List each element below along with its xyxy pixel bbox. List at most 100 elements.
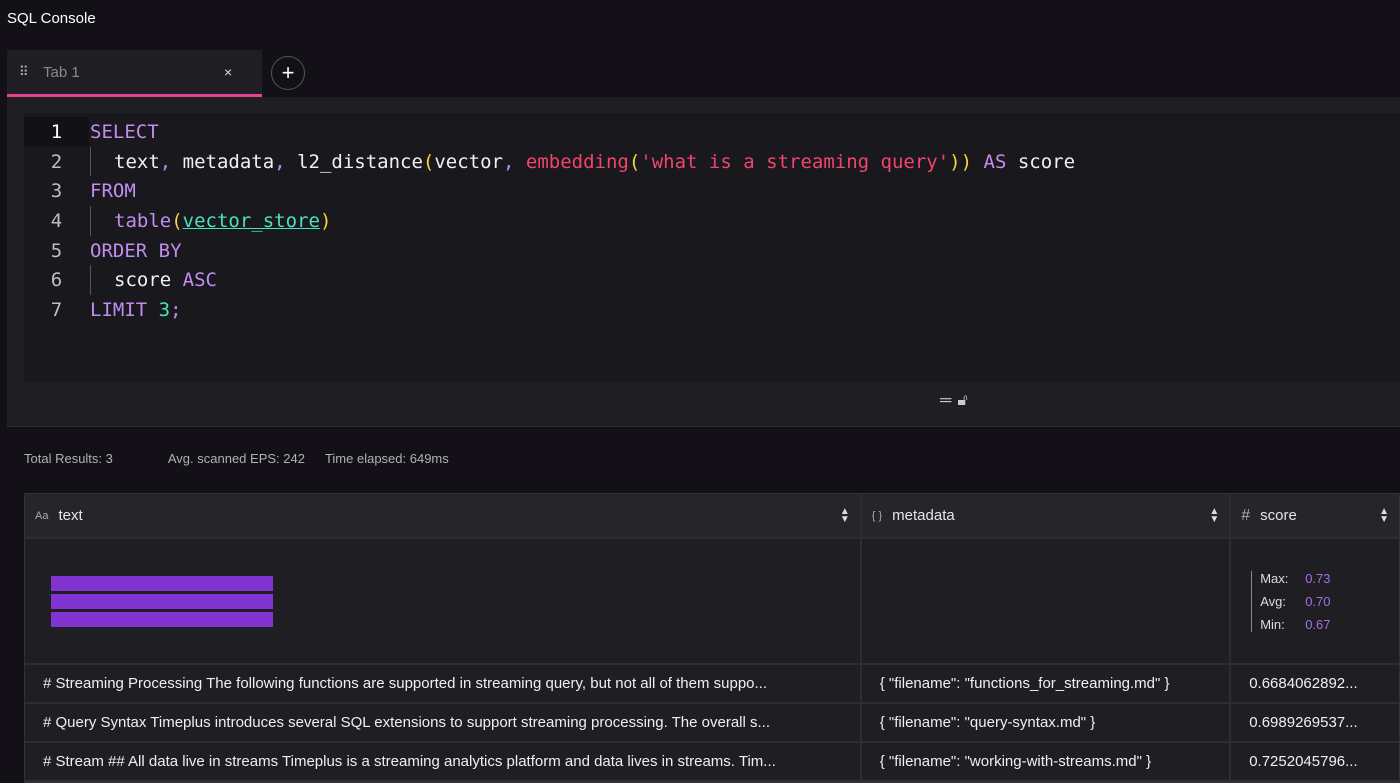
- code-token: ,: [274, 150, 298, 173]
- code-line[interactable]: 2 text, metadata, l2_distance(vector, emb…: [24, 146, 1400, 177]
- line-number: 3: [50, 180, 63, 203]
- code-line[interactable]: 3 FROM: [24, 176, 1400, 206]
- metadata-summary: [862, 539, 1232, 663]
- code-token: table: [114, 209, 172, 232]
- line-number: 2: [50, 150, 63, 173]
- line-number: 5: [50, 239, 63, 262]
- code-token: LIMIT: [90, 298, 159, 321]
- code-token: )): [949, 150, 973, 173]
- time-elapsed: Time elapsed: 649ms: [324, 451, 449, 466]
- code-token: score: [1006, 150, 1076, 173]
- metadata-cell[interactable]: { "filename": "functions_for_streaming.m…: [862, 665, 1232, 702]
- code-token: SELECT: [90, 120, 159, 143]
- table-row[interactable]: # Query Syntax Timeplus introduces sever…: [25, 704, 1399, 743]
- code-token: text: [114, 150, 160, 173]
- stat-value: 0.67: [1305, 616, 1331, 632]
- summary-row: Max: 0.73 Avg: 0.70 Min: 0.67: [25, 539, 1399, 665]
- json-type-icon: { }: [871, 509, 883, 522]
- score-stat: Min: 0.67: [1260, 617, 1330, 632]
- stat-value: 0.73: [1305, 570, 1331, 586]
- text-summary: [25, 539, 862, 663]
- score-stat: Avg: 0.70: [1260, 594, 1330, 609]
- stat-value: 0.70: [1305, 593, 1331, 609]
- code-token: FROM: [90, 180, 136, 203]
- sort-icon[interactable]: ▲ ▼: [840, 506, 850, 524]
- sort-icon[interactable]: ▲ ▼: [1209, 506, 1219, 524]
- total-results: Total Results: 3: [24, 451, 113, 466]
- code-line[interactable]: 1 SELECT: [24, 117, 1400, 147]
- column-header-text[interactable]: Aa text ▲ ▼: [25, 494, 862, 537]
- tab-1[interactable]: ⠿ Tab 1 ×: [7, 50, 262, 97]
- add-tab-button[interactable]: +: [271, 56, 305, 90]
- column-name: metadata: [892, 507, 955, 524]
- code-line[interactable]: 5 ORDER BY: [24, 236, 1400, 266]
- result-stats: Total Results: 3 Avg. scanned EPS: 242 T…: [24, 451, 469, 466]
- drag-lines-icon[interactable]: ═: [940, 392, 951, 410]
- column-header-score[interactable]: # score ▲ ▼: [1231, 494, 1399, 537]
- score-summary: Max: 0.73 Avg: 0.70 Min: 0.67: [1231, 539, 1399, 663]
- table-row[interactable]: # Streaming Processing The following fun…: [25, 665, 1399, 704]
- code-token: AS: [983, 150, 1007, 173]
- editor-panel: 1 SELECT 2 text, metadata, l2_distance(vect…: [7, 97, 1400, 427]
- code-token: score: [114, 269, 183, 292]
- drag-handle-icon[interactable]: ⠿: [19, 64, 43, 80]
- code-token: (: [171, 209, 183, 232]
- code-token: ,: [159, 150, 183, 173]
- line-number: 7: [50, 298, 63, 321]
- code-line[interactable]: 4 table(vector_store): [24, 206, 1400, 236]
- line-number: 1: [24, 117, 89, 147]
- text-cell[interactable]: # Query Syntax Timeplus introduces sever…: [25, 704, 862, 741]
- stat-label: Min:: [1260, 616, 1285, 632]
- code-token: l2_distance: [297, 150, 423, 173]
- score-cell[interactable]: 0.7252045796...: [1231, 743, 1399, 780]
- line-number: 6: [50, 269, 63, 292]
- sql-editor[interactable]: 1 SELECT 2 text, metadata, l2_distance(vect…: [24, 113, 1400, 382]
- column-name: text: [58, 507, 83, 524]
- code-token: vector: [434, 150, 503, 173]
- metadata-cell[interactable]: { "filename": "working-with-streams.md" …: [862, 743, 1232, 780]
- metadata-cell[interactable]: { "filename": "query-syntax.md" }: [862, 704, 1232, 741]
- stat-label: Avg:: [1260, 593, 1286, 609]
- tab-label: Tab 1: [43, 63, 80, 81]
- number-type-icon: #: [1241, 506, 1251, 524]
- text-type-icon: Aa: [35, 509, 49, 522]
- close-icon[interactable]: ×: [224, 64, 262, 80]
- indent-guide: [90, 146, 114, 177]
- stat-label: Max:: [1260, 570, 1289, 586]
- indent-guide: [90, 265, 114, 296]
- code-token: 3: [158, 298, 171, 321]
- text-cell[interactable]: # Stream ## All data live in streams Tim…: [25, 743, 862, 780]
- code-token: (: [628, 150, 641, 173]
- sort-icon[interactable]: ▲ ▼: [1379, 506, 1389, 524]
- value-bar: [51, 611, 273, 627]
- code-token: metadata: [182, 150, 275, 173]
- score-cell[interactable]: 0.6989269537...: [1231, 704, 1399, 741]
- code-token: 'what is a streaming query': [640, 150, 950, 173]
- table-row[interactable]: # Stream ## All data live in streams Tim…: [25, 743, 1399, 782]
- score-cell[interactable]: 0.6684062892...: [1231, 665, 1399, 702]
- page-title: SQL Console: [7, 10, 96, 27]
- line-number: 4: [50, 209, 63, 232]
- code-token: ASC: [182, 269, 217, 292]
- table-header: Aa text ▲ ▼ { } metadata ▲ ▼ # score ▲ ▼: [25, 494, 1399, 539]
- unlock-icon[interactable]: 🔓︎: [957, 392, 967, 410]
- code-token: ,: [503, 150, 526, 173]
- code-token: ORDER BY: [90, 239, 182, 262]
- text-cell[interactable]: # Streaming Processing The following fun…: [25, 665, 862, 702]
- column-header-metadata[interactable]: { } metadata ▲ ▼: [861, 494, 1232, 537]
- code-token: embedding: [525, 150, 629, 173]
- code-line[interactable]: 6 score ASC: [24, 265, 1400, 296]
- value-bar: [51, 575, 273, 591]
- code-token: ): [319, 209, 332, 232]
- code-line[interactable]: 7 LIMIT 3;: [24, 295, 1400, 325]
- resize-handle[interactable]: ═ 🔓︎: [940, 392, 968, 410]
- value-bar: [51, 593, 273, 609]
- code-token: vector_store: [182, 209, 320, 232]
- indent-guide: [90, 206, 114, 236]
- score-stat: Max: 0.73: [1260, 571, 1330, 586]
- avg-eps: Avg. scanned EPS: 242: [167, 451, 305, 466]
- column-name: score: [1260, 507, 1297, 524]
- code-token: ;: [170, 298, 182, 321]
- code-token: (: [422, 150, 435, 173]
